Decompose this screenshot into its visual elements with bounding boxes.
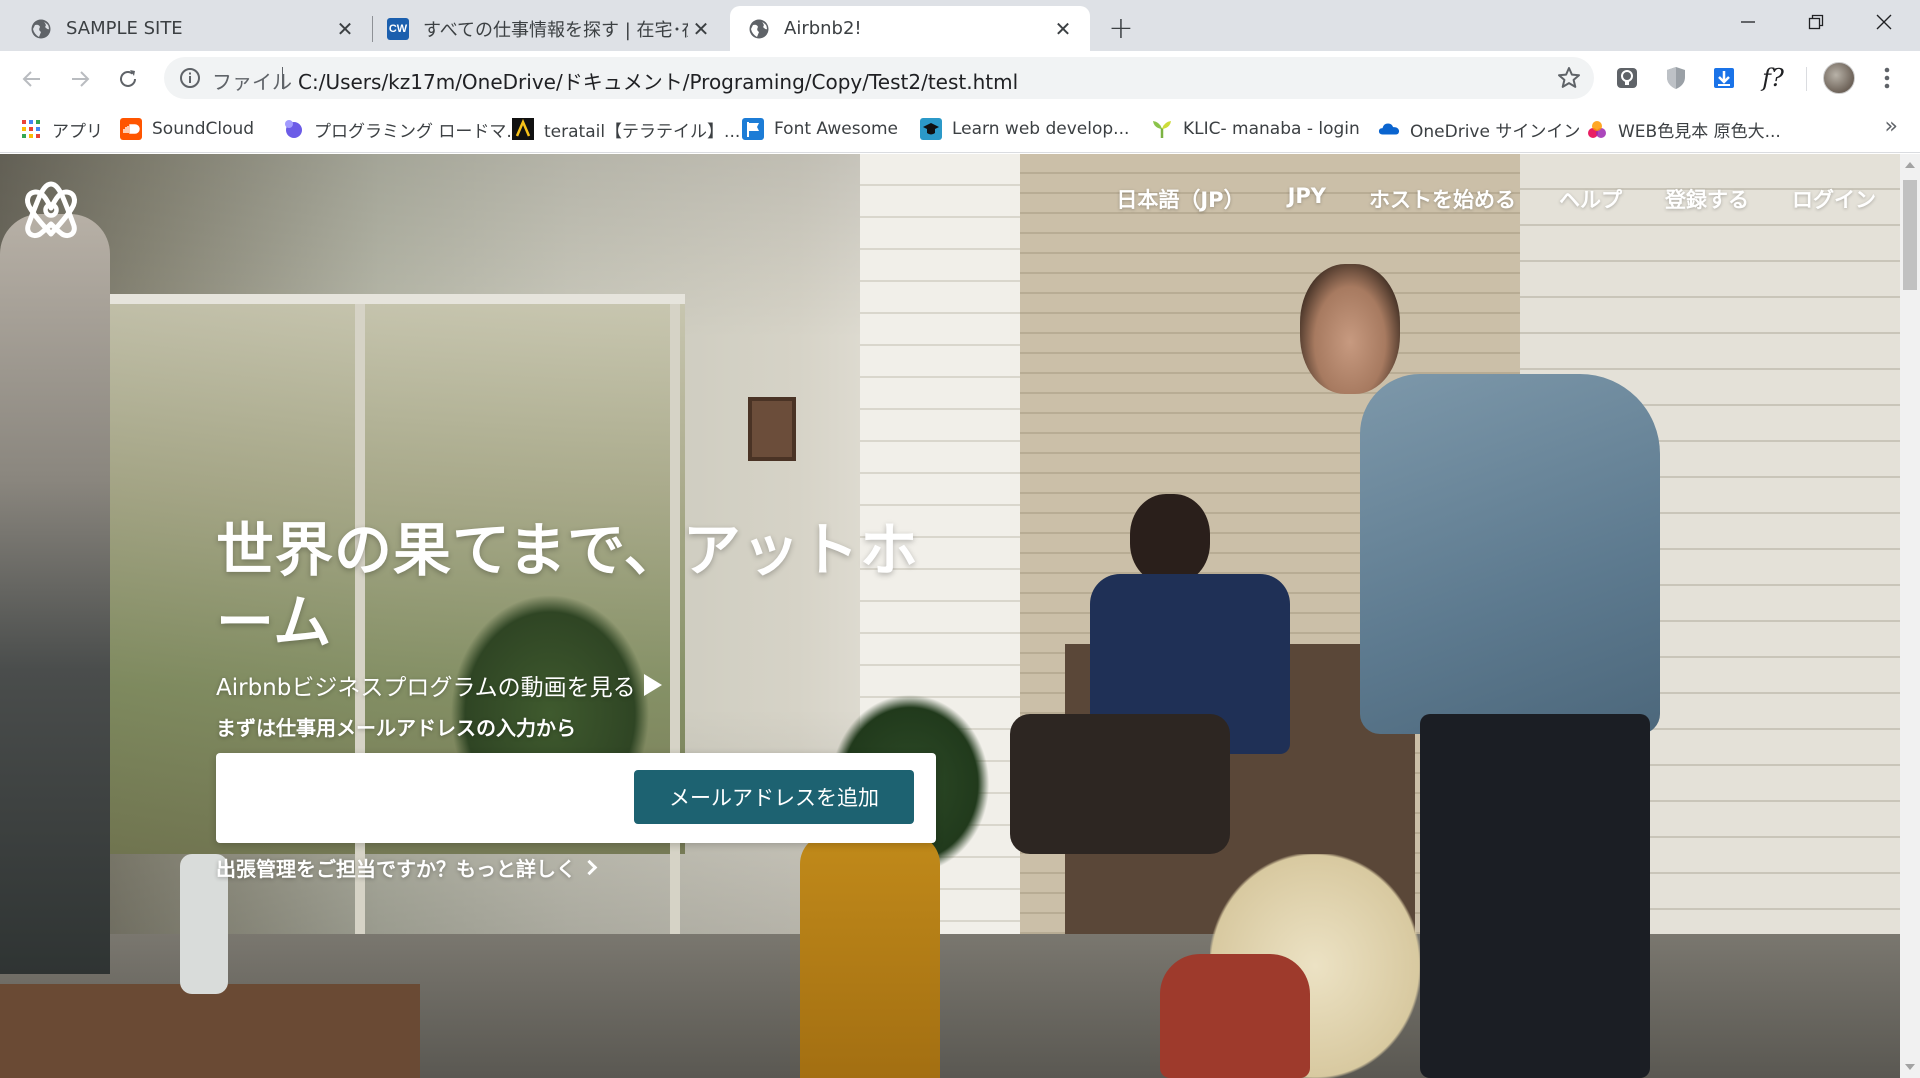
bookmarks-bar: アプリ SoundCloud プログラミング ロードマ... teratail【…	[0, 106, 1920, 153]
font-extension-icon[interactable]: f?	[1758, 63, 1788, 93]
teratail-icon	[512, 118, 534, 140]
reload-icon[interactable]	[110, 61, 146, 97]
bookmark-label: OneDrive サインイン	[1410, 121, 1581, 142]
page-viewport: 日本語（JP） JPY ホストを始める ヘルプ 登録する ログイン 世界の果てま…	[0, 154, 1900, 1078]
globe-icon	[748, 18, 770, 40]
bookmark-apps[interactable]: アプリ	[20, 116, 103, 142]
learn-more-label: 出張管理をご担当ですか？もっと詳しく	[216, 857, 576, 881]
learn-more-link[interactable]: 出張管理をご担当ですか？もっと詳しく	[216, 853, 976, 882]
add-email-button[interactable]: メールアドレスを追加	[634, 770, 914, 824]
bookmark-label: アプリ	[52, 121, 103, 142]
bookmark-learn-web[interactable]: Learn web develop...	[920, 116, 1129, 142]
apps-grid-icon	[20, 118, 42, 140]
bookmark-label: Font Awesome	[774, 119, 898, 139]
nav-currency[interactable]: JPY	[1288, 184, 1326, 214]
download-extension-icon[interactable]	[1709, 63, 1739, 93]
tab-title: すべての仕事情報を探す | 在宅･在宅	[423, 19, 688, 41]
bookmark-label: teratail【テラテイル】...	[544, 121, 741, 142]
flag-icon	[742, 118, 764, 140]
scrollbar-thumb[interactable]	[1903, 180, 1917, 290]
hero-subtitle: まずは仕事用メールアドレスの入力から	[216, 716, 576, 740]
nav-login[interactable]: ログイン	[1792, 184, 1876, 214]
bookmark-label: KLIC- manaba - login	[1183, 119, 1360, 139]
tab-strip: SAMPLE SITE ✕ CW すべての仕事情報を探す | 在宅･在宅 ✕ A…	[0, 0, 1920, 51]
page-scrollbar[interactable]	[1900, 154, 1920, 1078]
star-icon[interactable]	[1556, 65, 1582, 91]
bookmark-teratail[interactable]: teratail【テラテイル】...	[512, 116, 740, 142]
bookmark-onedrive[interactable]: OneDrive サインイン	[1378, 116, 1580, 142]
video-link-label: Airbnbビジネスプログラムの動画を見る	[216, 675, 636, 701]
scheme-label: ファイル	[212, 70, 292, 94]
shield-extension-icon[interactable]	[1661, 63, 1691, 93]
bookmark-label: WEB色見本 原色大...	[1618, 121, 1781, 142]
lightbulb-extension-icon[interactable]	[1612, 63, 1642, 93]
bookmark-label: Learn web develop...	[952, 119, 1130, 139]
nav-signup[interactable]: 登録する	[1665, 184, 1749, 214]
tab-title: SAMPLE SITE	[66, 18, 183, 39]
restore-icon[interactable]	[1782, 0, 1850, 44]
new-tab-button[interactable]: +	[1103, 10, 1139, 46]
close-tab-icon[interactable]: ✕	[688, 16, 714, 42]
omnibox-divider	[282, 67, 283, 89]
menu-dots-icon[interactable]	[1872, 63, 1902, 93]
scroll-down-arrow-icon[interactable]	[1905, 1064, 1915, 1070]
manaba-icon	[1151, 118, 1173, 140]
globe-icon	[30, 18, 52, 40]
video-link[interactable]: Airbnbビジネスプログラムの動画を見る	[216, 668, 976, 702]
bookmark-roadmap[interactable]: プログラミング ロードマ...	[282, 116, 523, 142]
bookmark-label: SoundCloud	[152, 119, 255, 139]
chevron-right-icon	[581, 859, 598, 876]
profile-avatar[interactable]	[1823, 62, 1855, 94]
scroll-up-arrow-icon[interactable]	[1905, 162, 1915, 168]
nav-language[interactable]: 日本語（JP）	[1116, 184, 1244, 214]
bookmark-font-awesome[interactable]: Font Awesome	[742, 116, 898, 142]
play-icon	[643, 674, 662, 696]
work-email-input[interactable]	[228, 771, 608, 825]
learn-icon	[920, 118, 942, 140]
close-tab-icon[interactable]: ✕	[1050, 16, 1076, 42]
email-form: メールアドレスを追加	[216, 753, 936, 843]
tab-crowdworks[interactable]: CW すべての仕事情報を探す | 在宅･在宅 ✕	[373, 6, 728, 51]
bookmark-web-color[interactable]: WEB色見本 原色大...	[1586, 116, 1781, 142]
site-nav: 日本語（JP） JPY ホストを始める ヘルプ 登録する ログイン	[1073, 184, 1876, 214]
forward-icon[interactable]	[62, 61, 98, 97]
cw-icon: CW	[387, 17, 409, 40]
tab-sample-site[interactable]: SAMPLE SITE ✕	[0, 6, 372, 51]
minimize-icon[interactable]	[1714, 0, 1782, 44]
info-icon[interactable]	[178, 66, 202, 90]
airbnb-logo-icon[interactable]	[22, 178, 80, 240]
tab-title: Airbnb2!	[784, 18, 862, 39]
onedrive-icon	[1378, 118, 1400, 140]
url-text[interactable]: C:/Users/kz17m/OneDrive/ドキュメント/Programin…	[298, 66, 1018, 95]
close-tab-icon[interactable]: ✕	[332, 16, 358, 42]
close-window-icon[interactable]	[1850, 0, 1918, 44]
tab-airbnb[interactable]: Airbnb2! ✕	[730, 6, 1090, 51]
hero-title: 世界の果てまで、アットホーム	[216, 516, 919, 656]
more-bookmarks-icon[interactable]: »	[1885, 114, 1898, 139]
nav-help[interactable]: ヘルプ	[1559, 184, 1622, 214]
nav-host[interactable]: ホストを始める	[1369, 184, 1516, 214]
browser-toolbar: ファイル C:/Users/kz17m/OneDrive/ドキュメント/Prog…	[0, 51, 1920, 106]
roadmap-icon	[282, 118, 304, 140]
bookmark-soundcloud[interactable]: SoundCloud	[120, 116, 254, 142]
hero-section: 世界の果てまで、アットホーム Airbnbビジネスプログラムの動画を見る まずは…	[216, 514, 976, 882]
address-bar[interactable]: ファイル C:/Users/kz17m/OneDrive/ドキュメント/Prog…	[164, 57, 1594, 99]
soundcloud-icon	[120, 118, 142, 140]
color-icon	[1586, 118, 1608, 140]
back-icon[interactable]	[14, 61, 50, 97]
bookmark-manaba[interactable]: KLIC- manaba - login	[1151, 116, 1360, 142]
toolbar-divider	[1806, 67, 1807, 91]
bookmark-label: プログラミング ロードマ...	[314, 121, 523, 142]
